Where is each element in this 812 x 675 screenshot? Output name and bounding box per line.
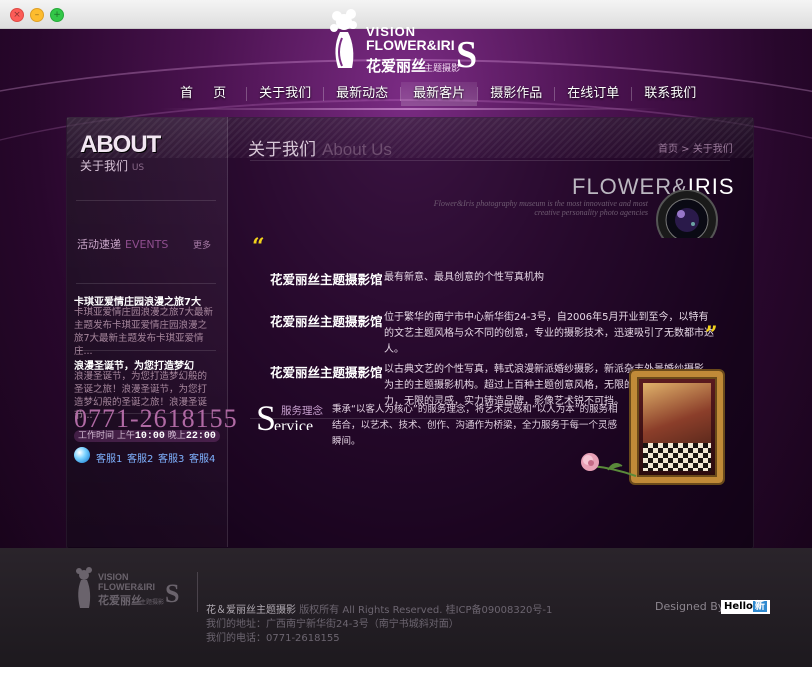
sidebar-divider	[76, 350, 216, 351]
quote-open-icon: “	[252, 234, 265, 260]
footer-logo-icon: VISION FLOWER&IRI 花爱丽丝 主题摄影 S	[76, 567, 179, 608]
events-heading: 活动速递 EVENTS	[77, 236, 168, 252]
service-link-2[interactable]: 客服2	[127, 450, 153, 465]
nav-client-photos[interactable]: 最新客片	[401, 82, 478, 106]
maximize-icon: +	[53, 10, 61, 20]
footer-logo-sub: 主题摄影	[140, 598, 164, 606]
nav-home[interactable]: 首 页	[168, 82, 246, 106]
quote-close-icon: ”	[705, 322, 718, 348]
breadcrumb[interactable]: 首页 > 关于我们	[658, 140, 733, 155]
intro-text-1: 最有新意、最具创意的个性写真机构	[384, 272, 544, 283]
rose-icon	[581, 453, 637, 477]
service-link-3[interactable]: 客服3	[158, 450, 184, 465]
intro-heading-2: 花爱丽丝主题摄影馆	[270, 314, 383, 329]
nav-online-order[interactable]: 在线订单	[555, 82, 631, 106]
about-cn-text: 关于我们	[80, 159, 129, 173]
intro-text-2: 位于繁华的南宁市中心新华街24-3号，自2006年5月开业到至今，以特有的文艺主…	[384, 312, 714, 355]
sidebar-divider	[76, 200, 216, 201]
sidebar-about-subheading: 关于我们 US	[80, 157, 144, 174]
logo-flower-iris-text: FLOWER&IRI	[366, 37, 455, 53]
footer-logo-vision: VISION	[98, 572, 129, 582]
nav-news[interactable]: 最新动态	[324, 82, 400, 106]
footer-divider	[197, 572, 198, 612]
picture-frame-image	[631, 371, 723, 483]
events-title-en: EVENTS	[125, 238, 169, 251]
main-nav: 首 页 关于我们 最新动态 最新客片 摄影作品 在线订单 联系我们	[168, 82, 708, 106]
minimize-icon: –	[34, 10, 40, 20]
intro-heading-3: 花爱丽丝主题摄影馆	[270, 365, 383, 380]
intro-heading-1: 花爱丽丝主题摄影馆	[270, 272, 383, 287]
footer-logo-cn: 花爱丽丝	[98, 593, 142, 607]
service-link-1[interactable]: 客服1	[96, 450, 122, 465]
designer-hello: Hello	[724, 601, 753, 612]
footer-phone: 我们的电话：0771-2618155	[206, 633, 340, 644]
nav-about[interactable]: 关于我们	[247, 82, 323, 106]
footer-logo-s: S	[165, 579, 179, 608]
nav-works[interactable]: 摄影作品	[478, 82, 554, 106]
logo-subtitle: 主题摄影	[424, 64, 461, 74]
maximize-window-button[interactable]: +	[50, 8, 64, 22]
hours-close: 22:00	[185, 431, 216, 442]
events-more-link[interactable]: 更多	[193, 238, 211, 251]
nav-glow-line	[160, 108, 660, 110]
designer-logo[interactable]: Hello 新	[721, 600, 770, 614]
hours-label: 工作时间	[78, 431, 115, 441]
footer-copyright: 花＆爱丽丝主题摄影 版权所有 All Rights Reserved. 桂ICP…	[206, 601, 552, 616]
brand-tagline: Flower&Iris photography museum is the mo…	[433, 199, 648, 217]
sidebar-divider	[76, 283, 216, 284]
checkered-floor	[643, 443, 711, 471]
page-title-cn: 关于我们	[248, 140, 316, 160]
designer-box: 新	[752, 601, 767, 612]
about-us-small: US	[131, 163, 145, 173]
logo-chinese-name: 花爱丽丝	[366, 57, 427, 75]
events-title-cn: 活动速递	[77, 238, 121, 251]
page-title-en: About Us	[322, 140, 392, 159]
footer-logo-flower-iris: FLOWER&IRI	[98, 582, 155, 592]
sidebar-about-heading: ABOUT	[80, 131, 161, 158]
page-title: 关于我们 About Us	[248, 135, 392, 160]
close-window-button[interactable]: ×	[10, 8, 24, 22]
frame-photo	[643, 383, 711, 471]
service-word: ervice	[274, 418, 314, 430]
hours-open: 10:00	[134, 431, 165, 442]
flower-girl-logo-icon	[330, 9, 357, 68]
hours-pm-label: 晚上	[167, 431, 186, 441]
camera-lens-icon	[656, 190, 718, 238]
service-link-4[interactable]: 客服4	[189, 450, 215, 465]
minimize-window-button[interactable]: –	[30, 8, 44, 22]
customer-service-icon	[74, 447, 90, 463]
work-hours: 工作时间 上午10:00 晚上22:00	[74, 430, 220, 442]
service-text: 秉承“以客人为核心”的服务理念，将艺术灵感和“以人为本”的服务相结合，以艺术、技…	[332, 404, 618, 447]
content-divider	[250, 160, 730, 161]
service-label: 服务理念	[281, 405, 323, 417]
site-logo[interactable]: VISION FLOWER&IRI S 花爱丽丝 主题摄影	[322, 8, 492, 75]
designed-by-label: Designed By	[655, 600, 725, 613]
hours-am-label: 上午	[116, 431, 135, 441]
browser-window: × – + VISION FLOWER&IRI S 花爱丽丝 主题摄影 首 页 …	[0, 0, 812, 675]
site-footer: VISION FLOWER&IRI 花爱丽丝 主题摄影 S 花＆爱丽丝主题摄影 …	[0, 548, 812, 667]
close-icon: ×	[13, 10, 21, 20]
footer-address: 我们的地址：广西南宁新华街24-3号（南宁书城斜对面）	[206, 619, 459, 630]
nav-contact[interactable]: 联系我们	[632, 82, 708, 106]
